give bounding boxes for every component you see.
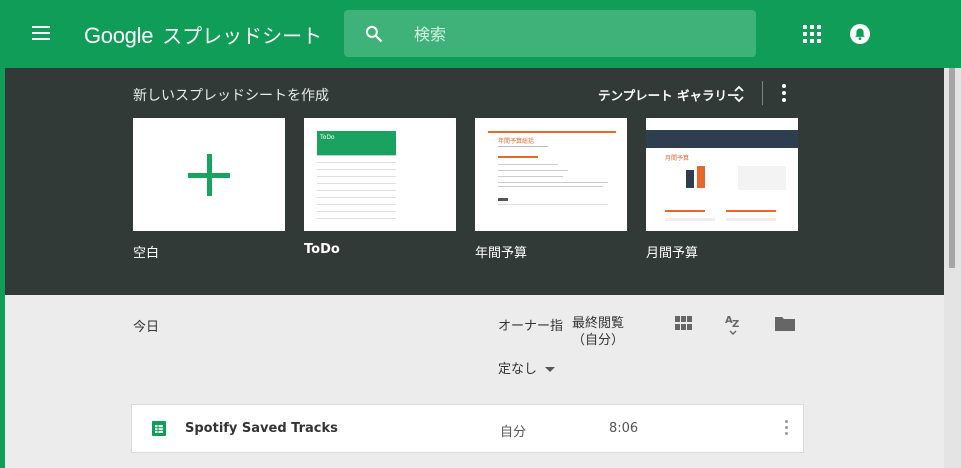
file-more-options-icon[interactable] [783,420,789,438]
annual-thumb-title: 年間予算総括 [498,138,535,145]
file-owner: 自分 [500,425,527,440]
monthly-thumb-title: 月間予算 [665,155,690,162]
template-annual-budget[interactable]: 年間予算総括 年間予算 [475,118,627,261]
app-brand[interactable]: Google スプレッドシート [84,20,322,49]
last-viewed-column-header[interactable]: 最終閲覧 （自分） [572,315,624,349]
template-label: 空白 [133,246,160,261]
gallery-more-options-icon[interactable] [781,84,787,104]
notifications-bell-icon[interactable] [850,24,870,44]
template-gallery-toggle[interactable]: テンプレート ギャラリー [598,85,739,104]
section-label-today: 今日 [133,320,160,335]
search-box[interactable] [344,10,756,57]
template-blank-thumbnail[interactable] [133,118,285,231]
last-viewed-header-text: 最終閲覧 （自分） [572,316,625,348]
owner-filter-label: 定なし [498,362,538,377]
svg-text:Z: Z [732,319,739,330]
template-monthly-budget[interactable]: 月間予算 月間予算 [646,118,798,261]
scrollbar-thumb[interactable] [949,68,955,268]
gallery-divider [762,81,763,105]
template-label: ToDo [304,242,340,257]
template-label: 年間予算 [475,246,528,261]
template-monthly-budget-thumbnail[interactable]: 月間予算 [646,118,798,231]
brand-product-name: スプレッドシート [162,24,323,48]
dropdown-caret-icon [545,367,556,372]
template-todo-thumbnail[interactable]: ToDo [304,118,456,231]
template-gallery: 新しいスプレッドシートを作成 テンプレート ギャラリー 空白 ToDo ToDo… [5,68,944,295]
expand-collapse-icon[interactable] [733,82,745,106]
template-annual-budget-thumbnail[interactable]: 年間予算総括 [475,118,627,231]
top-app-bar: Google スプレッドシート [0,0,944,68]
search-input[interactable] [414,22,734,46]
sort-az-icon[interactable]: A Z [723,313,743,335]
owner-filter-dropdown[interactable]: 定なし [498,358,556,377]
file-row[interactable]: Spotify Saved Tracks 自分 8:06 [131,404,804,453]
owner-column-header[interactable]: オーナー指 [498,315,563,334]
sheets-icon [152,421,166,436]
template-label: 月間予算 [646,246,699,261]
sheets-home-window: Google スプレッドシート 新しいスプレッドシートを作成 テンプレート ギャラ… [0,0,961,468]
scrollbar-top-region [944,0,961,68]
grid-view-icon[interactable] [675,316,693,330]
gallery-title: 新しいスプレッドシートを作成 [133,88,329,104]
file-last-viewed: 8:06 [609,421,639,436]
todo-thumb-title: ToDo [320,134,335,141]
brand-google-wordmark: Google [84,23,154,48]
main-menu-button[interactable] [28,22,54,46]
template-blank[interactable]: 空白 [133,118,285,261]
file-name[interactable]: Spotify Saved Tracks [185,421,338,436]
folder-icon[interactable] [774,315,796,332]
template-todo[interactable]: ToDo ToDo [304,118,456,257]
google-apps-icon[interactable] [803,25,821,43]
search-icon[interactable] [364,24,384,44]
recent-files-list: 今日 オーナー指 最終閲覧 （自分） 定なし A Z Spotify Saved… [5,295,944,468]
